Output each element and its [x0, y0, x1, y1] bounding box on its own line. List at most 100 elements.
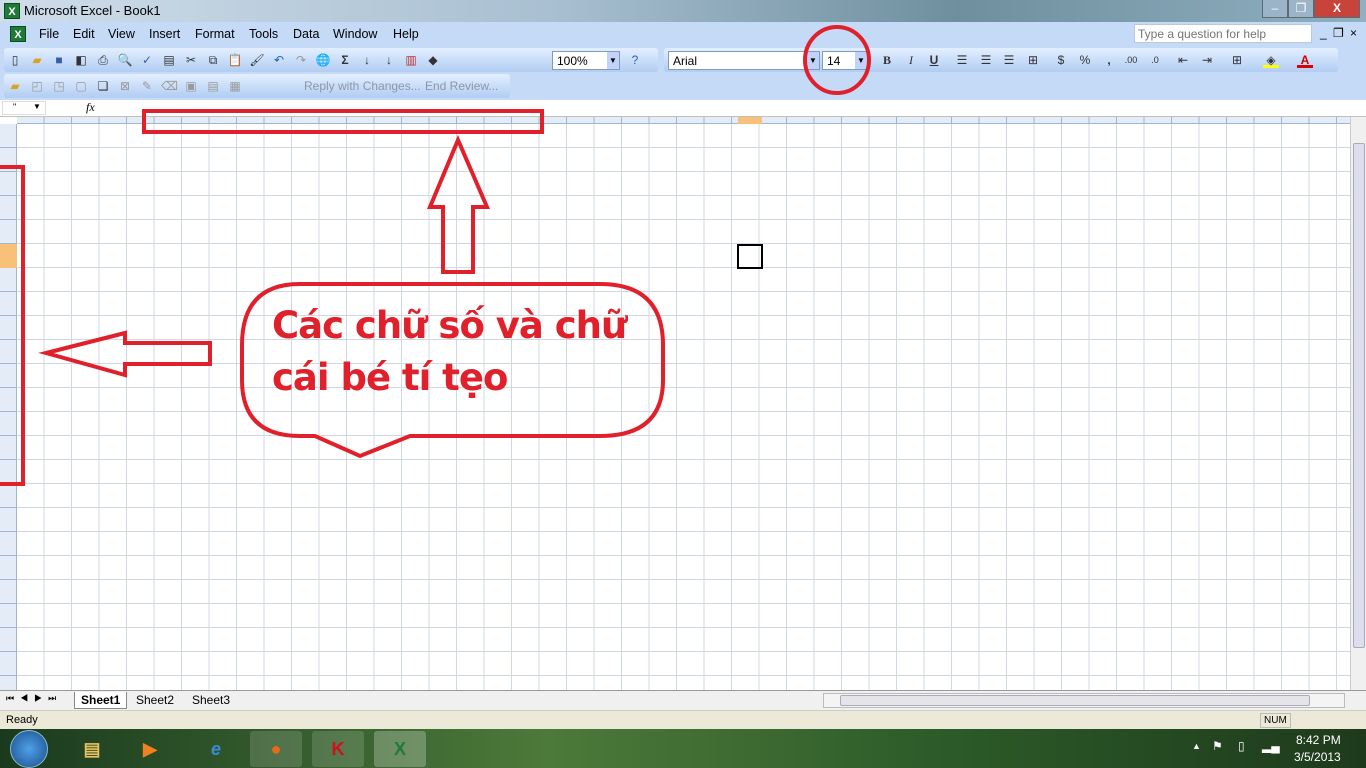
- tab-sheet1[interactable]: Sheet1: [74, 692, 128, 709]
- undo-icon[interactable]: ↶: [271, 52, 287, 68]
- name-box[interactable]: " ▼: [2, 101, 46, 115]
- cut-icon[interactable]: ✂: [183, 52, 199, 68]
- paste-icon[interactable]: 📋: [227, 52, 243, 68]
- permission-icon[interactable]: ◧: [73, 52, 89, 68]
- send-to-icon[interactable]: ▦: [227, 78, 243, 94]
- active-cell[interactable]: [737, 244, 763, 269]
- doc-close-button[interactable]: ×: [1350, 26, 1357, 40]
- delete-comment-icon[interactable]: ⊠: [117, 78, 133, 94]
- show-comment-icon[interactable]: ▢: [73, 78, 89, 94]
- decrease-indent-icon[interactable]: ⇤: [1175, 52, 1191, 68]
- save-icon[interactable]: ■: [51, 52, 67, 68]
- tab-scroll-buttons[interactable]: ⏮◀▶⏭: [6, 693, 62, 704]
- doc-restore-button[interactable]: ❐: [1333, 26, 1344, 40]
- sort-ascending-icon[interactable]: ↓: [359, 52, 375, 68]
- zoom-select[interactable]: 100% ▼: [552, 51, 620, 70]
- currency-button[interactable]: $: [1053, 52, 1069, 68]
- excel-taskbar-icon[interactable]: X: [374, 731, 426, 767]
- formula-input[interactable]: [100, 100, 1366, 116]
- fill-color-icon[interactable]: ◈: [1263, 52, 1279, 68]
- minimize-button[interactable]: –: [1262, 0, 1288, 18]
- vertical-scroll-thumb[interactable]: [1353, 143, 1365, 648]
- show-hidden-icons[interactable]: ▲: [1192, 741, 1201, 751]
- column-headers[interactable]: [17, 117, 1350, 124]
- menu-tools[interactable]: Tools: [249, 27, 278, 41]
- firefox-icon[interactable]: ●: [250, 731, 302, 767]
- restore-button[interactable]: ❐: [1288, 0, 1314, 18]
- merge-center-icon[interactable]: ⊞: [1025, 52, 1041, 68]
- autosum-icon[interactable]: Σ: [337, 52, 353, 68]
- horizontal-scroll-thumb[interactable]: [840, 695, 1310, 706]
- tab-sheet3[interactable]: Sheet3: [186, 692, 236, 708]
- ie-icon[interactable]: e: [190, 731, 242, 767]
- font-color-icon[interactable]: A: [1297, 52, 1313, 68]
- clock-date[interactable]: 3/5/2013: [1294, 750, 1341, 764]
- menu-view[interactable]: View: [108, 27, 135, 41]
- action-center-flag-icon[interactable]: ⚑: [1212, 739, 1223, 753]
- vertical-scrollbar[interactable]: [1350, 117, 1366, 690]
- doc-minimize-button[interactable]: _: [1320, 26, 1327, 40]
- menu-file[interactable]: File: [39, 27, 59, 41]
- align-left-icon[interactable]: ☰: [954, 52, 970, 68]
- italic-button[interactable]: I: [903, 52, 919, 68]
- close-button[interactable]: X: [1314, 0, 1360, 18]
- explorer-icon[interactable]: ▤: [66, 731, 118, 767]
- track-changes-icon[interactable]: ▣: [183, 78, 199, 94]
- horizontal-scrollbar[interactable]: [823, 693, 1345, 708]
- bold-button[interactable]: B: [879, 52, 895, 68]
- help-icon[interactable]: ?: [627, 52, 643, 68]
- comma-button[interactable]: ,: [1101, 52, 1117, 68]
- increase-decimal-icon[interactable]: .00: [1123, 52, 1139, 68]
- menu-data[interactable]: Data: [293, 27, 319, 41]
- spelling-icon[interactable]: ✓: [139, 52, 155, 68]
- new-icon[interactable]: ▯: [7, 52, 23, 68]
- format-painter-icon[interactable]: 🖌: [249, 52, 265, 68]
- drawing-icon[interactable]: ◆: [425, 52, 441, 68]
- research-icon[interactable]: ▤: [161, 52, 177, 68]
- print-preview-icon[interactable]: 🔍: [117, 52, 133, 68]
- menu-window[interactable]: Window: [333, 27, 377, 41]
- print-icon[interactable]: ⎙: [95, 52, 111, 68]
- copy-icon[interactable]: ⧉: [205, 52, 221, 68]
- help-search-input[interactable]: [1134, 24, 1312, 43]
- tab-sheet2[interactable]: Sheet2: [130, 692, 180, 708]
- hyperlink-icon[interactable]: 🌐: [315, 52, 331, 68]
- menu-help[interactable]: Help: [393, 27, 419, 41]
- fx-button[interactable]: fx: [86, 100, 95, 115]
- active-column-header[interactable]: [738, 117, 762, 124]
- align-right-icon[interactable]: ☰: [1001, 52, 1017, 68]
- sort-descending-icon[interactable]: ↓: [381, 52, 397, 68]
- clock-time[interactable]: 8:42 PM: [1296, 733, 1341, 747]
- reply-with-changes-button[interactable]: Reply with Changes...: [304, 79, 421, 93]
- menu-edit[interactable]: Edit: [73, 27, 95, 41]
- show-all-comments-icon[interactable]: ❏: [95, 78, 111, 94]
- next-comment-icon[interactable]: ◳: [51, 78, 67, 94]
- menu-insert[interactable]: Insert: [149, 27, 180, 41]
- previous-comment-icon[interactable]: ◰: [29, 78, 45, 94]
- end-review-button[interactable]: End Review...: [425, 79, 498, 93]
- update-file-icon[interactable]: ▤: [205, 78, 221, 94]
- new-comment-icon[interactable]: ▰: [7, 78, 23, 94]
- menu-format[interactable]: Format: [195, 27, 235, 41]
- start-button[interactable]: [10, 730, 48, 768]
- borders-icon[interactable]: ⊞: [1229, 52, 1245, 68]
- network-icon[interactable]: ▂▄: [1262, 739, 1280, 753]
- battery-icon[interactable]: ▯: [1238, 739, 1245, 753]
- cell-grid[interactable]: [17, 124, 1350, 690]
- ink-icon[interactable]: ✎: [139, 78, 155, 94]
- chart-wizard-icon[interactable]: ▥: [403, 52, 419, 68]
- open-icon[interactable]: ▰: [29, 52, 45, 68]
- media-player-icon[interactable]: ▶: [124, 731, 176, 767]
- decrease-decimal-icon[interactable]: .0: [1147, 52, 1163, 68]
- align-center-icon[interactable]: ☰: [978, 52, 994, 68]
- active-row-header[interactable]: [0, 244, 17, 268]
- increase-indent-icon[interactable]: ⇥: [1199, 52, 1215, 68]
- kaspersky-icon[interactable]: K: [312, 731, 364, 767]
- font-select[interactable]: Arial ▼: [668, 51, 820, 70]
- underline-button[interactable]: U: [926, 52, 942, 68]
- redo-icon[interactable]: ↷: [293, 52, 309, 68]
- percent-button[interactable]: %: [1077, 52, 1093, 68]
- row-headers[interactable]: [0, 124, 17, 690]
- delete-ink-icon[interactable]: ⌫: [161, 78, 178, 94]
- font-size-select[interactable]: 14 ▼: [822, 51, 868, 70]
